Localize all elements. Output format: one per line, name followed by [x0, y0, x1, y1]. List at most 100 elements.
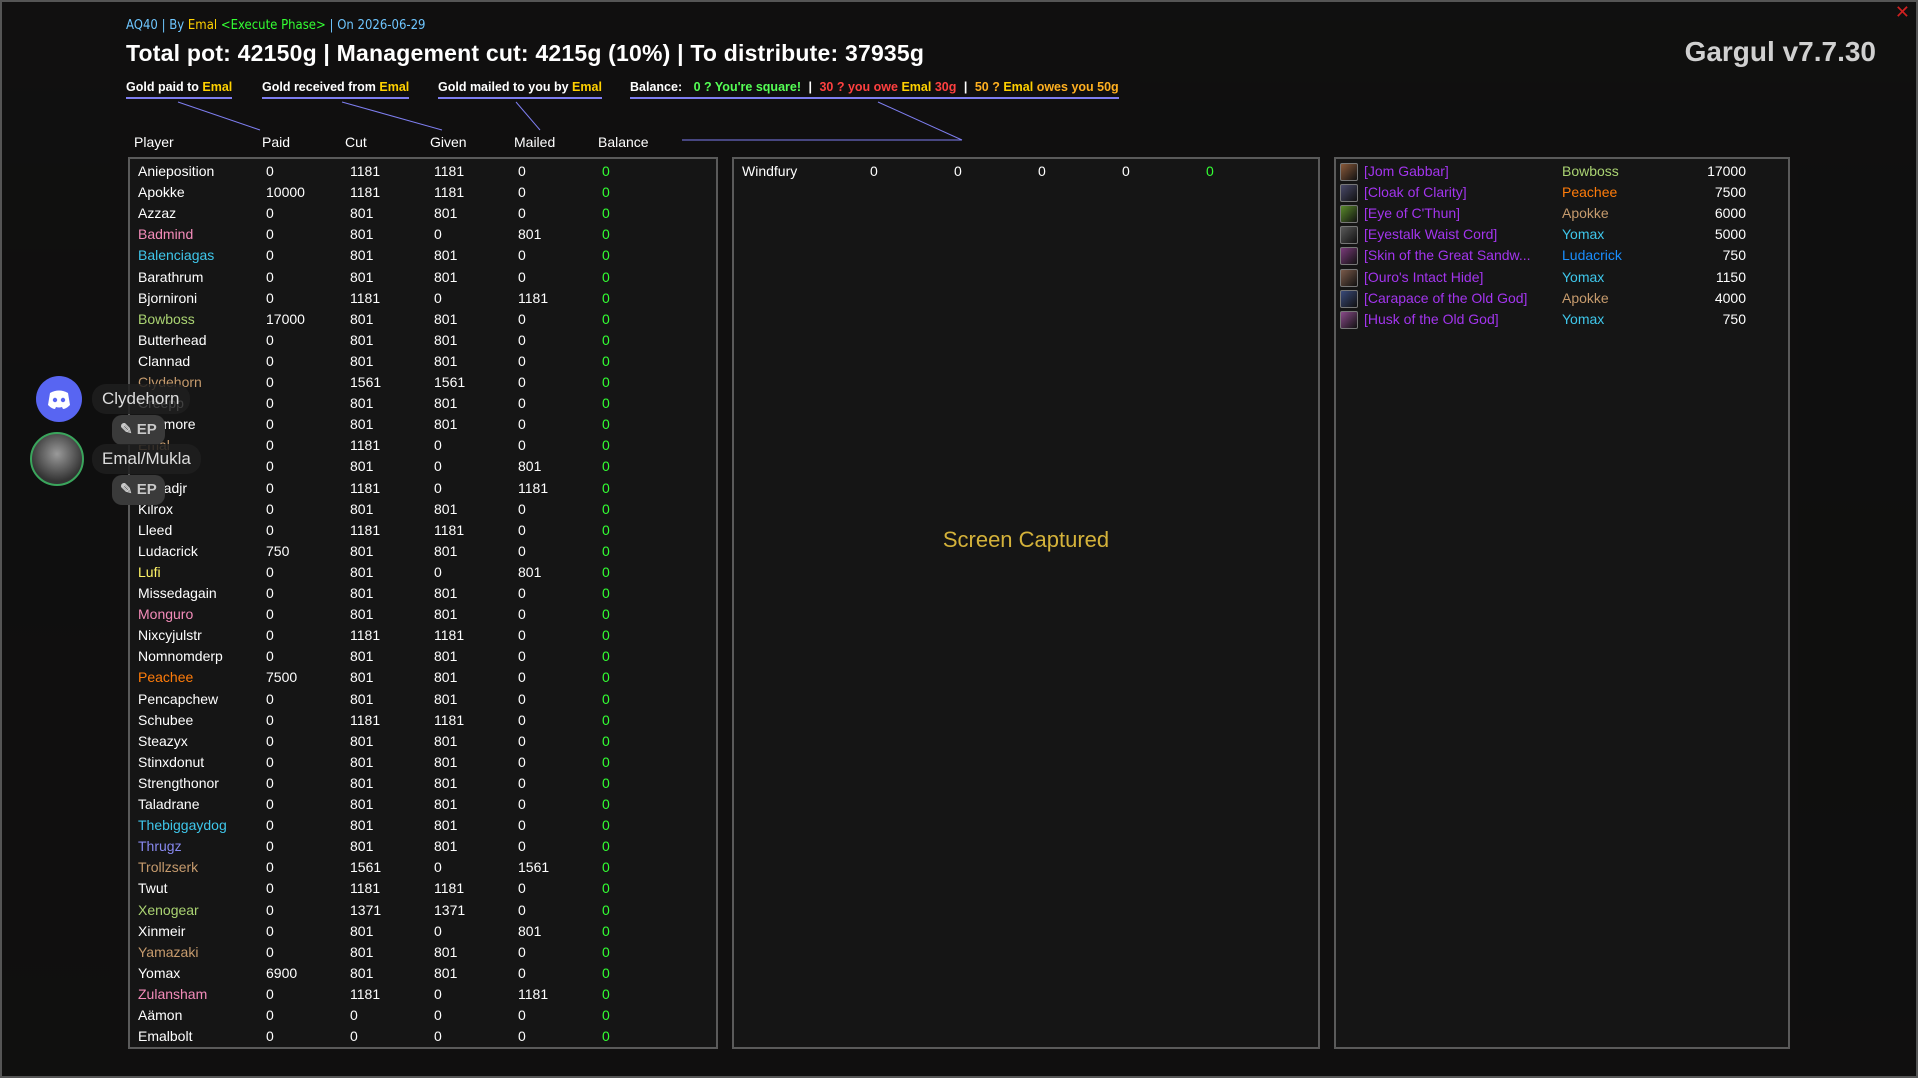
cut-value: 1181 [350, 437, 381, 454]
item-link[interactable]: [Jom Gabbar] [1364, 163, 1449, 179]
table-row[interactable]: Bjornironi 0 1181 0 1181 0 [130, 290, 716, 311]
item-row[interactable]: [Cloak of Clarity] Peachee 7500 [1336, 184, 1788, 205]
close-icon[interactable]: ✕ [1895, 2, 1910, 23]
table-row[interactable]: Lufi 0 801 0 801 0 [130, 564, 716, 585]
balance-value: 0 [602, 184, 610, 201]
avatar [30, 432, 84, 486]
item-row[interactable]: [Carapace of the Old God] Apokke 4000 [1336, 289, 1788, 311]
table-row[interactable]: Anieposition 0 1181 1181 0 0 [130, 163, 716, 184]
table-row[interactable]: Clannad 0 801 801 0 0 [130, 353, 716, 374]
paid-value: 0 [266, 880, 274, 897]
item-link[interactable]: [Eye of C'Thun] [1364, 205, 1460, 221]
table-row[interactable]: Apokke 10000 1181 1181 0 0 [130, 184, 716, 205]
paid-value: 0 [266, 289, 274, 306]
item-link[interactable]: [Skin of the Great Sandw... [1364, 247, 1531, 263]
mailed-value: 801 [518, 563, 542, 580]
column-header-cut[interactable]: Cut [345, 134, 367, 150]
item-row[interactable]: [Eye of C'Thun] Apokke 6000 [1336, 205, 1788, 226]
player-name: Pencapchew [138, 690, 219, 707]
item-link[interactable]: [Carapace of the Old God] [1364, 290, 1527, 306]
mailed-value: 0 [518, 880, 526, 897]
balance-value: 0 [602, 774, 610, 791]
item-price: 1150 [1715, 268, 1746, 285]
mailed-value: 0 [518, 796, 526, 812]
table-row[interactable]: Pencapchew 0 801 801 0 0 [130, 691, 716, 712]
column-header-given[interactable]: Given [430, 134, 467, 150]
item-row[interactable]: [Ouro's Intact Hide] Yomax 1150 [1336, 268, 1788, 290]
table-row[interactable]: Emalbolt 0 0 0 0 0 [130, 1028, 716, 1049]
extra-players-table[interactable]: Screen Captured Windfury 0 0 0 0 0 [732, 157, 1320, 1049]
table-row[interactable]: Creepp080180100 [130, 395, 716, 416]
item-link[interactable]: [Ouro's Intact Hide] [1364, 269, 1483, 285]
item-link[interactable]: [Eyestalk Waist Cord] [1364, 226, 1497, 242]
mailed-value: 0 [518, 606, 526, 623]
table-row[interactable]: Yamazaki 0 801 801 0 0 [130, 944, 716, 965]
player-name: Peachee [138, 669, 194, 686]
items-table[interactable]: [Jom Gabbar] Bowboss 17000 [Cloak of Clarit… [1334, 157, 1790, 1049]
table-row[interactable]: Peachee 7500 801 801 0 0 [130, 669, 716, 690]
table-row[interactable]: Aämon 0 0 0 0 0 [130, 1007, 716, 1028]
table-row[interactable]: Missedagain 0 801 801 0 0 [130, 585, 716, 606]
item-row[interactable]: [Jom Gabbar] Bowboss 17000 [1336, 163, 1788, 184]
table-row[interactable]: Kilrox 0 801 801 0 0 [130, 501, 716, 522]
column-header-player[interactable]: Player [134, 134, 174, 150]
given-value: 1181 [434, 163, 465, 179]
cut-value: 801 [350, 310, 374, 327]
balance-value: 0 [602, 880, 610, 897]
paid-value: 0 [266, 163, 274, 179]
table-row[interactable]: 0 801 0 801 0 [130, 458, 716, 479]
table-row[interactable]: Clydehorn 0 1561 1561 0 0 [130, 374, 716, 395]
table-row[interactable]: Lleed 0 1181 1181 0 0 [130, 522, 716, 543]
table-row[interactable]: Thebiggaydog 0 801 801 0 0 [130, 817, 716, 838]
table-row[interactable]: Xenogear 0 1371 1371 0 0 [130, 902, 716, 923]
item-row[interactable]: [Eyestalk Waist Cord] Yomax 5000 [1336, 226, 1788, 247]
column-header-balance[interactable]: Balance [598, 134, 649, 150]
table-row[interactable]: Monguro 0 801 801 0 0 [130, 606, 716, 627]
mailed-value: 0 [518, 838, 526, 855]
table-row[interactable]: Barathrum 0 801 801 0 0 [130, 269, 716, 290]
balance-value: 0 [602, 690, 610, 707]
player-name: Barathrum [138, 268, 204, 285]
cut-value: 801 [350, 542, 374, 559]
table-row[interactable]: Balenciagas 0 801 801 0 0 [130, 247, 716, 268]
players-table[interactable]: Anieposition 0 1181 1181 0 0 Apokke 10000 1181 11… [128, 157, 718, 1049]
table-row[interactable]: Emal01181000 [130, 437, 716, 458]
table-row[interactable]: Ludacrick 750 801 801 0 0 [130, 543, 716, 564]
table-row[interactable]: Xinmeir 0 801 0 801 0 [130, 923, 716, 944]
session-date: 2026-06-29 [357, 18, 426, 33]
given-value: 1181 [434, 627, 465, 644]
table-row[interactable]: Gusadjr01181011810 [130, 480, 716, 501]
cut-value: 801 [350, 690, 374, 707]
column-header-mailed[interactable]: Mailed [514, 134, 555, 150]
table-row[interactable]: Nomnomderp 0 801 801 0 0 [130, 648, 716, 669]
table-row[interactable]: Badmind 0 801 0 801 0 [130, 226, 716, 247]
paid-value: 0 [266, 711, 274, 728]
table-row[interactable]: Butterhead 0 801 801 0 0 [130, 332, 716, 353]
table-row[interactable]: Windfury 0 0 0 0 0 [734, 163, 1318, 184]
legend-mailed: Gold mailed to you by Emal [438, 80, 602, 99]
mailed-value: 0 [518, 669, 526, 686]
mailed-value: 0 [518, 1007, 526, 1023]
table-row[interactable]: Trollzserk 0 1561 0 1561 0 [130, 859, 716, 880]
table-row[interactable]: Crittmore 0 801 801 0 0 [130, 416, 716, 437]
player-name: Strengthonor [138, 774, 219, 791]
item-link[interactable]: [Cloak of Clarity] [1364, 184, 1467, 200]
table-row[interactable]: Thrugz 0 801 801 0 0 [130, 838, 716, 859]
item-row[interactable]: [Husk of the Old God] Yomax 750 [1336, 310, 1788, 332]
table-row[interactable]: Taladrane 0 801 801 0 0 [130, 796, 716, 817]
column-header-paid[interactable]: Paid [262, 134, 290, 150]
table-row[interactable]: Bowboss 17000 801 801 0 0 [130, 311, 716, 332]
given-value: 0 [434, 985, 442, 1002]
table-row[interactable]: Yomax 6900 801 801 0 0 [130, 965, 716, 986]
item-link[interactable]: [Husk of the Old God] [1364, 311, 1499, 327]
item-row[interactable]: [Skin of the Great Sandw... Ludacrick 750 [1336, 247, 1788, 268]
table-row[interactable]: Strengthonor 0 801 801 0 0 [130, 775, 716, 796]
table-row[interactable]: Schubee 0 1181 1181 0 0 [130, 712, 716, 733]
table-row[interactable]: Zulansham 0 1181 0 1181 0 [130, 986, 716, 1007]
player-name: Balenciagas [138, 247, 215, 264]
table-row[interactable]: Nixcyjulstr 0 1181 1181 0 0 [130, 627, 716, 648]
table-row[interactable]: Azzaz 0 801 801 0 0 [130, 205, 716, 226]
table-row[interactable]: Steazyx 0 801 801 0 0 [130, 733, 716, 754]
table-row[interactable]: Stinxdonut 0 801 801 0 0 [130, 754, 716, 775]
table-row[interactable]: Twut 0 1181 1181 0 0 [130, 880, 716, 901]
